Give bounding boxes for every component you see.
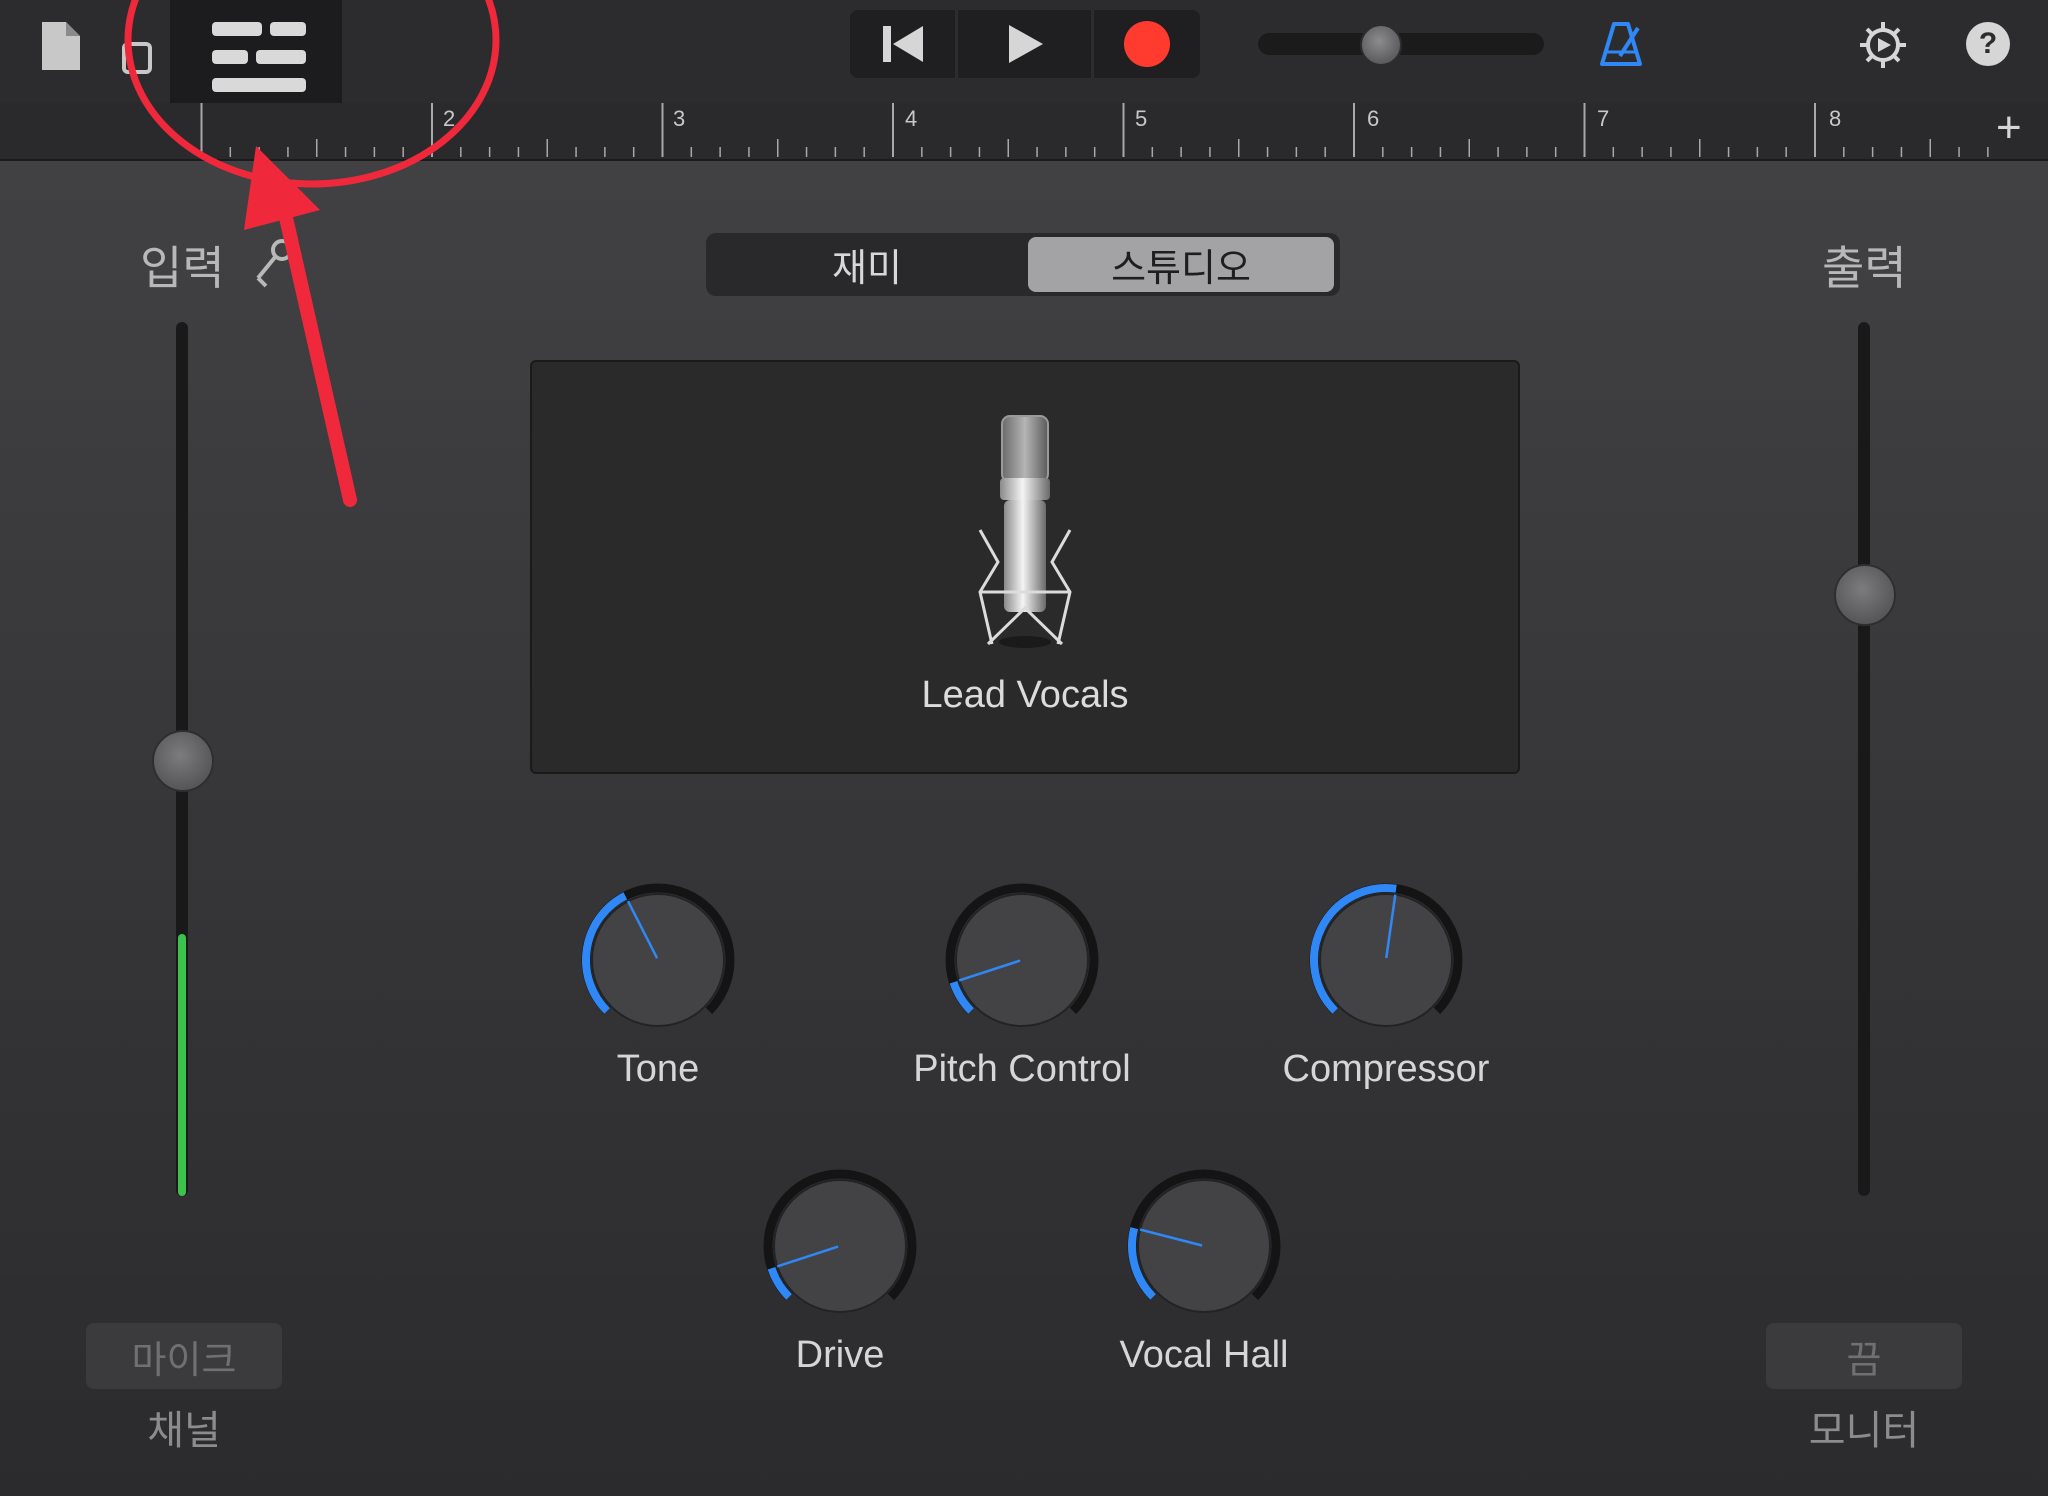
vocal-hall-knob[interactable] [1124,1166,1284,1326]
record-icon [1124,21,1170,67]
transport-controls [850,10,1200,78]
ruler-bar-5: 5 [1135,106,1148,131]
browser-icon[interactable] [120,40,156,81]
skip-back-icon [882,26,923,62]
channel-label: 채널 [147,1409,221,1453]
pitch-control-knob[interactable] [942,880,1102,1040]
vocal-hall-label: Vocal Hall [1119,1334,1289,1376]
tone-label: Tone [616,1048,700,1090]
input-settings-icon[interactable] [252,236,300,295]
help-icon: ? [1978,27,1998,60]
fun-mode-tab[interactable]: 재미 [706,233,1028,296]
record-button[interactable] [1094,10,1200,78]
drive-knob-dial [763,1169,917,1313]
master-volume-knob[interactable] [1359,24,1402,66]
top-toolbar: ? [0,0,2048,124]
ruler-ticks [200,103,1989,157]
my-songs-icon[interactable] [38,20,84,77]
mode-segmented-control: 재미 스튜디오 [706,233,1340,296]
play-icon [1008,25,1043,63]
knob-face [773,1179,907,1313]
output-volume-track [1858,322,1870,1196]
drive-label: Drive [795,1334,885,1376]
patch-name: Lead Vocals [921,674,1129,716]
ruler-bar-3: 3 [673,106,686,131]
monitor-button[interactable]: 끔 [1766,1323,1962,1389]
timeline-ruler[interactable]: 2 3 4 5 6 7 8 + [0,103,2048,161]
monitor-label: 모니터 [1808,1409,1920,1453]
microphone-icon [968,412,1082,657]
input-level-fill [178,933,186,1196]
ruler-bar-8: 8 [1829,106,1842,131]
tone-knob[interactable] [578,880,738,1040]
output-title: 출력 [1822,242,1907,294]
vocal-hall-knob-dial [1127,1169,1281,1313]
compressor-knob-dial [1309,883,1463,1027]
compressor-label: Compressor [1282,1048,1490,1090]
go-to-beginning-button[interactable] [850,10,955,78]
ruler-bar-7: 7 [1597,106,1610,131]
knob-face [955,893,1089,1027]
input-gain-knob[interactable] [152,730,214,792]
add-section-button[interactable]: + [1996,103,2022,153]
output-volume-knob[interactable] [1834,563,1896,626]
help-button[interactable]: ? [1966,22,2010,66]
ruler-bar-2: 2 [443,106,456,131]
pitch-control-label: Pitch Control [913,1048,1131,1090]
channel-button[interactable]: 마이크 [86,1323,282,1389]
pitch-control-knob-dial [945,883,1099,1027]
knob-face [1137,1179,1271,1313]
patch-panel[interactable]: Lead Vocals [530,360,1520,774]
settings-icon[interactable] [1858,20,1908,75]
studio-mode-tab[interactable]: 스튜디오 [1028,237,1334,292]
ruler-bar-4: 4 [905,106,918,131]
tone-knob-dial [581,883,735,1027]
drive-knob[interactable] [760,1166,920,1326]
ruler-bar-6: 6 [1367,106,1380,131]
compressor-knob[interactable] [1306,880,1466,1040]
input-title: 입력 [140,242,225,294]
metronome-icon[interactable] [1598,20,1644,73]
play-button[interactable] [958,10,1091,78]
knob-face [1319,893,1453,1027]
knob-face [591,893,725,1027]
